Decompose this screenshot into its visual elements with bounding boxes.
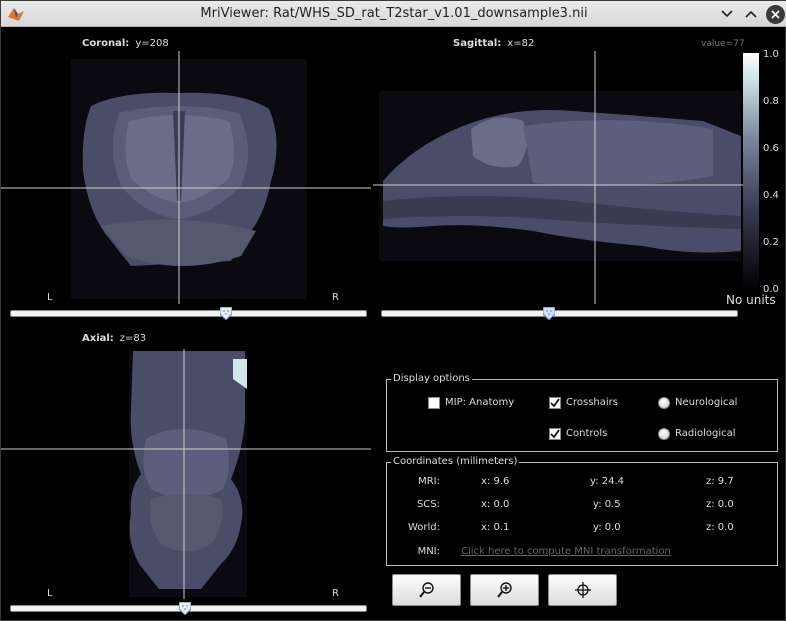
axial-label: Axial:	[82, 333, 114, 344]
neurological-radio[interactable]	[658, 397, 670, 409]
colorbar-tick: 0.4	[763, 190, 779, 201]
center-crosshair-button[interactable]	[548, 574, 617, 606]
neurological-label: Neurological	[675, 397, 738, 408]
axial-right-label: R	[332, 588, 339, 599]
axial-coord: z=83	[119, 333, 147, 344]
sagittal-slice-slider[interactable]	[381, 307, 738, 320]
coronal-view-title: Coronal: y=208	[82, 38, 169, 49]
radiological-label: Radiological	[675, 428, 736, 439]
chevron-up-icon	[745, 10, 757, 18]
display-options-panel: Display options	[386, 373, 778, 452]
chevron-down-icon	[721, 10, 733, 18]
scs-x-value: x: 0.0	[481, 499, 510, 510]
coronal-coord: y=208	[135, 38, 169, 49]
sagittal-view-title: Sagittal: x=82	[453, 38, 534, 49]
colorbar-tick: 0.6	[763, 143, 779, 154]
mri-z-value: z: 9.7	[706, 476, 734, 487]
slider-thumb[interactable]	[179, 602, 191, 615]
coronal-label: Coronal:	[82, 38, 130, 49]
colorbar-tick: 0.8	[763, 96, 779, 107]
scs-z-value: z: 0.0	[706, 499, 734, 510]
crosshairs-label: Crosshairs	[566, 397, 618, 408]
world-row-label: World:	[407, 522, 440, 533]
zoom-out-button[interactable]	[392, 574, 461, 606]
slider-thumb[interactable]	[220, 307, 232, 320]
mip-anatomy-checkbox[interactable]	[428, 397, 440, 409]
coronal-right-label: R	[332, 292, 339, 303]
close-icon	[770, 9, 780, 19]
checkmark-icon	[550, 398, 560, 408]
mri-x-value: x: 9.6	[481, 476, 510, 487]
mip-anatomy-label: MIP: Anatomy	[445, 397, 515, 408]
coronal-image[interactable]	[1, 51, 371, 306]
sagittal-label: Sagittal:	[453, 38, 502, 49]
zoom-out-icon	[418, 582, 434, 598]
axial-image[interactable]	[1, 349, 371, 599]
compute-mni-link[interactable]: Click here to compute MNI transformation	[461, 546, 671, 557]
slider-thumb[interactable]	[543, 307, 555, 320]
mri-y-value: y: 24.4	[590, 476, 625, 487]
coronal-slice-slider[interactable]	[10, 307, 367, 320]
controls-checkbox[interactable]	[549, 428, 561, 440]
sagittal-coord: x=82	[507, 38, 535, 49]
colorbar-tick: 1.0	[763, 49, 779, 60]
colorbar-tick: 0.2	[763, 237, 779, 248]
axial-view-title: Axial: z=83	[82, 333, 146, 344]
coordinates-title: Coordinates (milimeters)	[391, 456, 520, 467]
maximize-button[interactable]	[741, 4, 761, 24]
checkmark-icon	[550, 429, 560, 439]
mni-row-label: MNI:	[417, 546, 440, 557]
world-z-value: z: 0.0	[706, 522, 734, 533]
mri-row-label: MRI:	[418, 476, 440, 487]
colorbar-units: No units	[726, 293, 776, 307]
axial-left-label: L	[47, 588, 53, 599]
controls-label: Controls	[566, 428, 608, 439]
world-y-value: y: 0.0	[593, 522, 621, 533]
zoom-in-icon	[496, 582, 512, 598]
value-readout: value=77	[701, 39, 745, 49]
axial-slice-slider[interactable]	[10, 602, 367, 615]
close-button[interactable]	[765, 4, 785, 24]
radiological-radio[interactable]	[658, 428, 670, 440]
sagittal-image[interactable]	[373, 51, 743, 306]
title-bar: MriViewer: Rat/WHS_SD_rat_T2star_v1.01_d…	[1, 1, 786, 27]
crosshair-target-icon	[574, 582, 591, 598]
world-x-value: x: 0.1	[481, 522, 510, 533]
scs-y-value: y: 0.5	[593, 499, 621, 510]
crosshairs-checkbox[interactable]	[549, 397, 561, 409]
zoom-in-button[interactable]	[470, 574, 539, 606]
colorbar	[743, 53, 759, 291]
coronal-left-label: L	[47, 292, 53, 303]
scs-row-label: SCS:	[416, 499, 440, 510]
mri-viewer-window: MriViewer: Rat/WHS_SD_rat_T2star_v1.01_d…	[0, 0, 786, 621]
window-title: MriViewer: Rat/WHS_SD_rat_T2star_v1.01_d…	[200, 6, 588, 21]
minimize-button[interactable]	[717, 4, 737, 24]
display-options-title: Display options	[391, 373, 472, 384]
